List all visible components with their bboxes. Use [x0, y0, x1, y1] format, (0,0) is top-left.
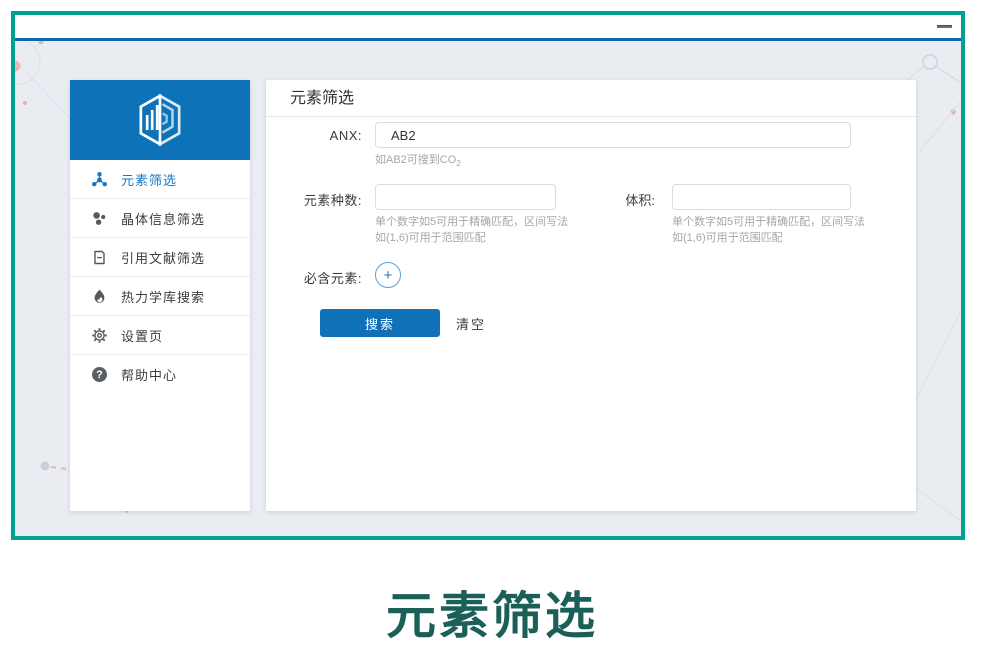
element-count-hint: 单个数字如5可用于精确匹配，区间写法如(1,6)可用于范围匹配	[375, 214, 575, 246]
sidebar-item-label: 热力学库搜索	[121, 287, 205, 306]
panel-title: 元素筛选	[266, 80, 916, 117]
sidebar-item-settings[interactable]: 设置页	[70, 316, 250, 355]
sidebar-item-help-center[interactable]: ? 帮助中心	[70, 355, 250, 394]
sidebar-item-label: 晶体信息筛选	[121, 209, 205, 228]
minimize-button[interactable]	[935, 22, 953, 31]
document-icon	[91, 249, 108, 266]
sidebar-item-citation-filter[interactable]: 引用文献筛选	[70, 238, 250, 277]
plus-icon: +	[384, 267, 393, 284]
add-element-button[interactable]: +	[375, 262, 401, 288]
logo-block	[70, 80, 250, 160]
atoms-dots-icon	[91, 210, 108, 227]
app-window: 元素筛选 晶体信息筛选	[11, 11, 965, 540]
help-circle-icon: ?	[91, 366, 108, 383]
anx-hint: 如AB2可搜到CO2	[375, 152, 916, 172]
molecule-icon	[91, 171, 108, 188]
sidebar-item-element-filter[interactable]: 元素筛选	[70, 160, 250, 199]
volume-label: 体积:	[586, 184, 655, 209]
anx-input[interactable]	[375, 122, 851, 148]
volume-input[interactable]	[672, 184, 851, 210]
filter-form: ANX: 如AB2可搜到CO2 元素种数: 体积: 单个数字如5可用于精确匹配，…	[266, 122, 916, 337]
required-elements-label: 必含元素:	[266, 262, 362, 287]
app-logo	[135, 93, 185, 147]
element-count-label: 元素种数:	[266, 184, 362, 209]
sidebar-item-crystal-info-filter[interactable]: 晶体信息筛选	[70, 199, 250, 238]
anx-label: ANX:	[266, 122, 362, 143]
sidebar-item-thermodynamics-search[interactable]: 热力学库搜索	[70, 277, 250, 316]
element-filter-panel: 元素筛选 ANX: 如AB2可搜到CO2 元素种数: 体积:	[266, 80, 916, 511]
search-button[interactable]: 搜索	[320, 309, 440, 337]
window-titlebar	[15, 15, 961, 38]
sidebar-item-label: 设置页	[121, 326, 163, 345]
content-area: 元素筛选 晶体信息筛选	[15, 41, 961, 536]
minimize-icon	[937, 25, 952, 28]
element-count-input[interactable]	[375, 184, 556, 210]
gear-icon	[91, 327, 108, 344]
screenshot-caption: 元素筛选	[0, 576, 984, 648]
sidebar: 元素筛选 晶体信息筛选	[70, 80, 250, 511]
flame-icon	[91, 288, 108, 305]
screenshot-stage: 元素筛选 晶体信息筛选	[0, 0, 984, 652]
sidebar-item-label: 元素筛选	[121, 170, 177, 189]
sidebar-item-label: 引用文献筛选	[121, 248, 205, 267]
sidebar-item-label: 帮助中心	[121, 365, 177, 384]
clear-button[interactable]: 清空	[456, 314, 486, 333]
volume-hint: 单个数字如5可用于精确匹配，区间写法如(1,6)可用于范围匹配	[672, 214, 872, 246]
